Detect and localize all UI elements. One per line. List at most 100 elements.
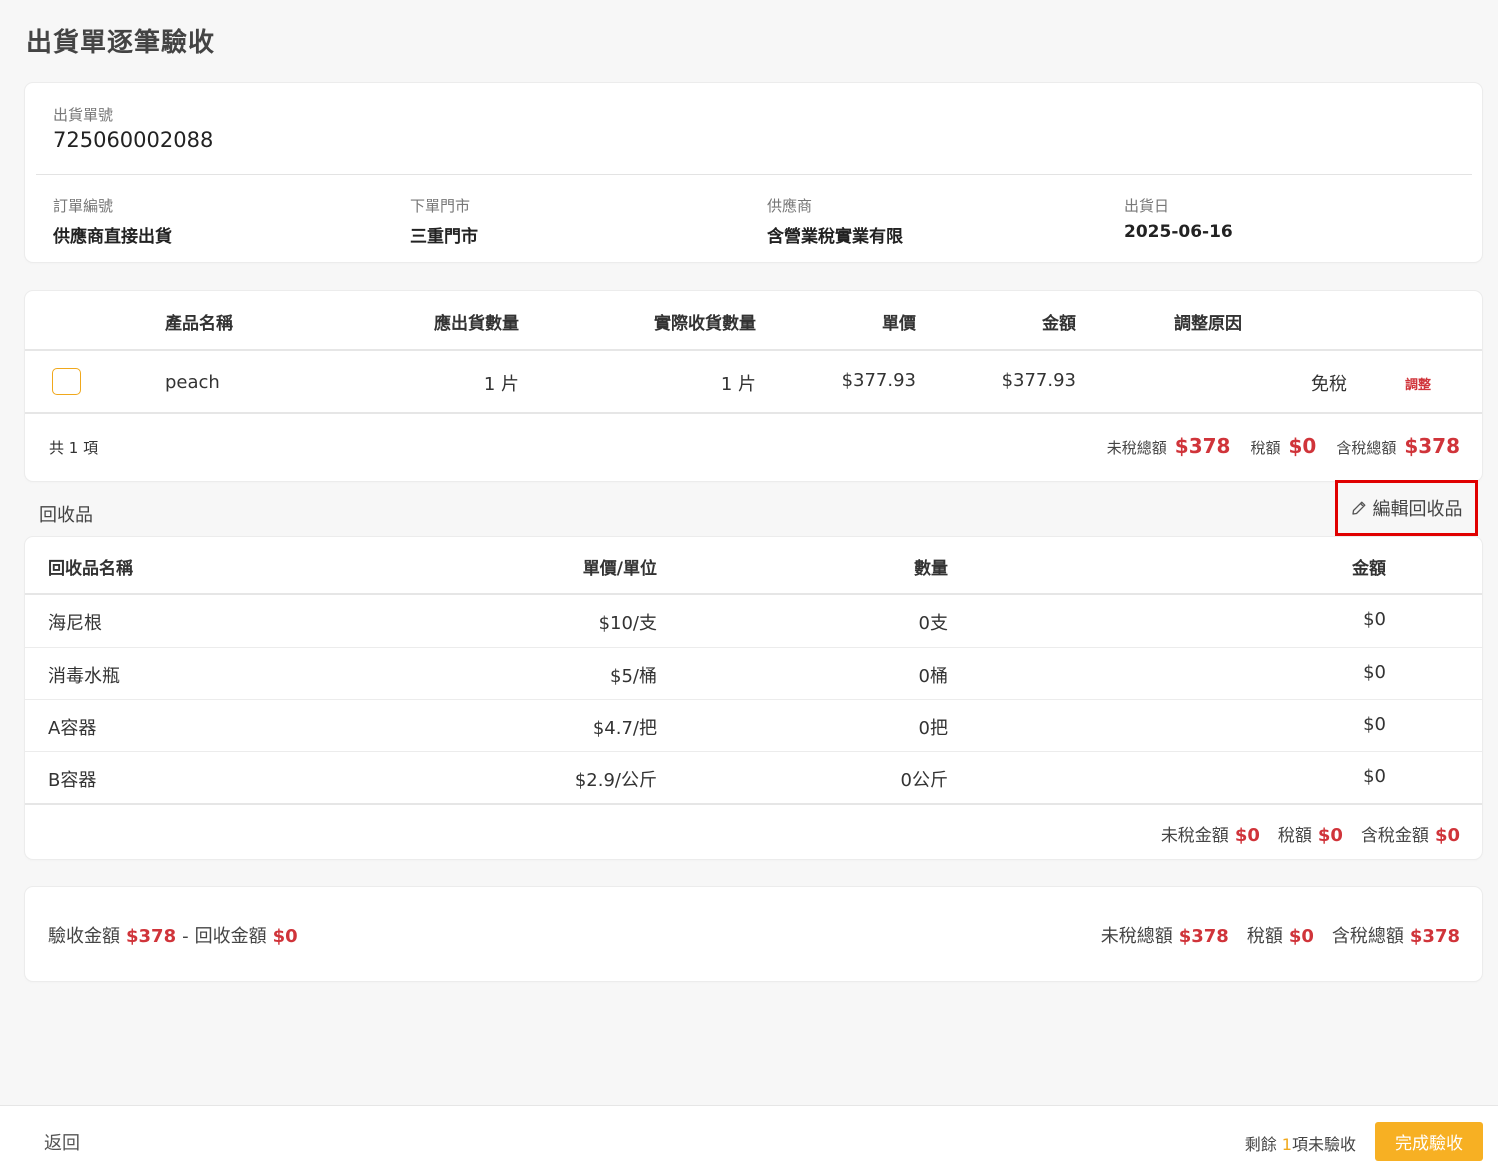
store-label: 下單門市 [410,197,471,215]
recycle-qty: 0桶 [918,666,948,687]
recycle-pretax-value: $0 [1234,825,1260,846]
edit-recycle-button[interactable]: 編輯回收品 [1335,480,1478,536]
grand-pretax-label: 未稅總額 [1100,926,1173,947]
recycle-qty: 0支 [918,613,948,634]
row-checkbox[interactable] [52,368,81,395]
recycle-tax-label: 稅額 [1277,826,1312,846]
recycle-section-title: 回收品 [39,505,93,526]
info-divider [36,174,1472,175]
minus-sign: - [182,926,189,947]
row-divider [25,647,1482,648]
recycle-amount: $0 [1363,766,1386,787]
recycle-header-divider [25,593,1482,595]
ship-date-label: 出貨日 [1124,197,1170,215]
footer-bar: 返回 剩餘 1項未驗收 完成驗收 [0,1105,1498,1171]
recycle-amount-value: $0 [272,926,298,947]
recycle-qty: 0公斤 [900,770,948,791]
grand-total-value: $378 [1409,926,1460,947]
product-name: peach [165,372,220,393]
recycle-amount-label: 回收金額 [194,926,267,947]
store-field: 下單門市 三重門市 [410,195,478,247]
ship-no-value: 725060002088 [53,128,214,152]
col-actual-qty: 實際收貨數量 [654,314,756,334]
recycle-total-value: $0 [1434,825,1460,846]
col-product-name: 產品名稱 [165,314,233,334]
row-divider [25,751,1482,752]
supplier-field: 供應商 含營業稅實業有限 [767,195,903,247]
col-recycle-name: 回收品名稱 [48,559,133,579]
adjust-button[interactable]: 調整 [1405,374,1431,393]
grand-pretax-value: $378 [1178,926,1229,947]
tax-value: $0 [1288,434,1317,458]
tax-incl-total-value: $378 [1404,434,1460,458]
recycle-amount: $0 [1363,714,1386,735]
expected-qty: 1 片 [483,374,519,395]
supplier-label: 供應商 [767,197,813,215]
col-adjust-reason: 調整原因 [1174,314,1242,334]
recycle-qty: 0把 [918,718,948,739]
recycle-total-label: 含稅金額 [1360,826,1429,846]
remain-suffix: 項未驗收 [1291,1135,1356,1154]
tax-type: 免稅 [1311,374,1347,395]
page-title: 出貨單逐筆驗收 [26,28,216,58]
recycle-name: A容器 [48,718,97,739]
recycle-tax-value: $0 [1317,825,1343,846]
grand-tax-value: $0 [1288,926,1314,947]
actual-qty: 1 片 [720,374,756,395]
complete-inspection-button[interactable]: 完成驗收 [1375,1122,1483,1161]
recycle-unit-price: $4.7/把 [592,718,657,739]
recycle-name: 消毒水瓶 [48,666,120,687]
supplier-value: 含營業稅實業有限 [767,227,903,247]
grand-total-card: 驗收金額 $378 - 回收金額 $0 未稅總額 $378 稅額 $0 含稅總額… [25,887,1482,981]
recycle-unit-price: $2.9/公斤 [574,770,657,791]
grand-tax-label: 稅額 [1246,926,1283,947]
tax-label: 稅額 [1250,439,1281,457]
amount: $377.93 [1001,370,1076,391]
pretax-total-label: 未稅總額 [1106,439,1167,457]
ship-date-value: 2025-06-16 [1124,222,1233,242]
recycle-unit-price: $5/桶 [610,666,657,687]
pencil-icon [1351,501,1365,515]
col-expected-qty: 應出貨數量 [434,314,519,334]
order-no-label: 訂單編號 [53,197,114,215]
recycle-body-divider [25,803,1482,805]
accept-amount-value: $378 [126,926,177,947]
grand-total-label: 含稅總額 [1331,926,1404,947]
col-recycle-amount: 金額 [1352,559,1386,579]
product-summary: 未稅總額 $378 稅額 $0 含稅總額 $378 [1107,434,1460,458]
grand-total-summary: 未稅總額 $378 稅額 $0 含稅總額 $378 [1101,922,1460,948]
remain-prefix: 剩餘 [1244,1135,1277,1154]
unit-price: $377.93 [841,370,916,391]
pretax-total-value: $378 [1174,434,1231,458]
recycle-pretax-label: 未稅金額 [1160,826,1229,846]
ship-date-field: 出貨日 2025-06-16 [1124,195,1233,242]
ship-no-label: 出貨單號 [53,106,114,124]
tax-incl-total-label: 含稅總額 [1336,439,1397,457]
recycle-unit-price: $10/支 [598,613,657,634]
product-table: 產品名稱 應出貨數量 實際收貨數量 單價 金額 調整原因 peach 1 片 1… [25,291,1482,481]
accept-amount-label: 驗收金額 [48,926,120,947]
row-divider [25,699,1482,700]
store-value: 三重門市 [410,227,478,247]
col-recycle-qty: 數量 [914,559,948,579]
recycle-name: B容器 [48,770,97,791]
order-no-field: 訂單編號 供應商直接出貨 [53,195,172,247]
shipment-info-card: 出貨單號 725060002088 訂單編號 供應商直接出貨 下單門市 三重門市… [25,83,1482,262]
remaining-count-text: 剩餘 1項未驗收 [1245,1131,1356,1155]
col-amount: 金額 [1042,314,1076,334]
col-recycle-unit-price: 單價/單位 [582,559,657,579]
table-body-divider [25,412,1482,414]
table-header-divider [25,349,1482,351]
back-button[interactable]: 返回 [44,1129,80,1155]
accept-minus-recycle: 驗收金額 $378 - 回收金額 $0 [48,922,298,948]
recycle-amount: $0 [1363,609,1386,630]
recycle-summary: 未稅金額 $0 稅額 $0 含稅金額 $0 [1161,821,1460,846]
item-count: 共 1 項 [49,439,99,457]
recycle-table: 回收品名稱 單價/單位 數量 金額 海尼根 $10/支 0支 $0 消毒水瓶 $… [25,537,1482,859]
recycle-amount: $0 [1363,662,1386,683]
remain-count: 1 [1281,1135,1292,1154]
recycle-name: 海尼根 [48,613,102,634]
edit-recycle-label: 編輯回收品 [1372,499,1463,520]
order-no-value: 供應商直接出貨 [53,227,172,247]
col-unit-price: 單價 [882,314,916,334]
